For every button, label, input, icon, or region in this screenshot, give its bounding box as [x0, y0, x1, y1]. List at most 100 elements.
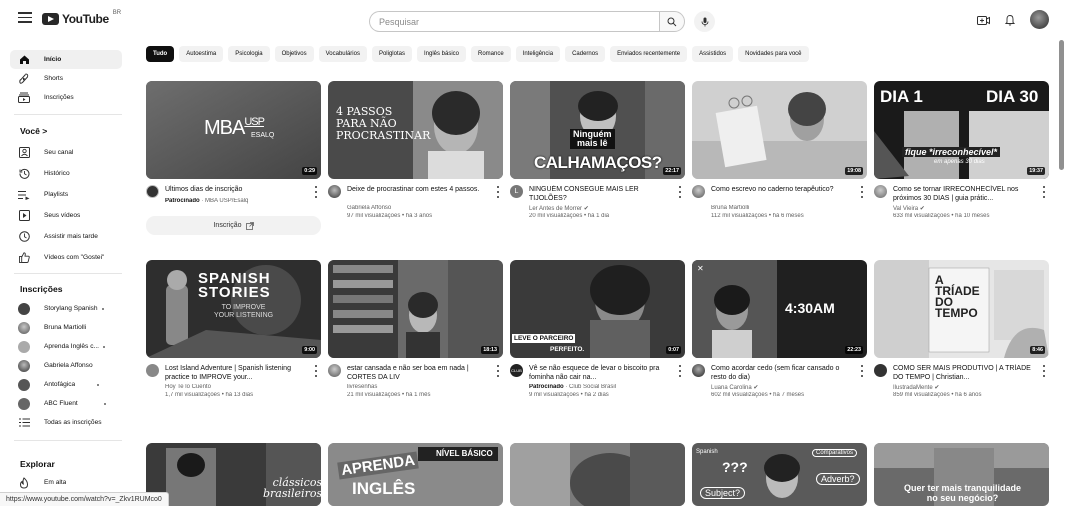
sidebar-item-all-subscriptions[interactable]: Todas as inscrições [10, 413, 122, 432]
video-channel[interactable]: Patrocinado · Club Social Brasil [529, 384, 674, 390]
channel-avatar[interactable] [328, 185, 341, 198]
video-thumbnail[interactable]: MBAUSP ESALQ 0:29 [146, 81, 321, 179]
channel-avatar[interactable] [874, 364, 887, 377]
video-thumbnail[interactable]: 18:13 [328, 260, 503, 358]
chip-assistidos[interactable]: Assistidos [692, 46, 734, 62]
page-scrollbar[interactable] [1059, 40, 1064, 170]
menu-icon[interactable] [18, 12, 32, 23]
channel-name[interactable]: Ler Antes de Morrer ✔ [529, 205, 674, 212]
video-thumbnail[interactable]: ✕ 4:30AM 22:23 [692, 260, 867, 358]
chip-inteligencia[interactable]: Inteligência [515, 46, 561, 62]
sidebar-item-your-videos[interactable]: Seus vídeos [10, 206, 122, 225]
sidebar-sub-storylang[interactable]: Storylang Spanish [10, 299, 122, 318]
video-title[interactable]: Como se tornar IRRECONHECÍVEL nos próxim… [893, 185, 1033, 203]
you-section-header[interactable]: Você > [20, 126, 47, 136]
video-channel[interactable]: Patrocinado · MBA USP/Esalq [165, 198, 310, 204]
subscriptions-section-header[interactable]: Inscrições [20, 284, 63, 294]
chip-vocabularios[interactable]: Vocabulários [318, 46, 367, 62]
more-actions-icon[interactable] [495, 186, 501, 198]
channel-avatar[interactable]: L [510, 185, 523, 198]
sidebar-item-playlists[interactable]: Playlists [10, 185, 122, 204]
account-avatar[interactable] [1030, 10, 1049, 29]
video-thumbnail[interactable]: LEVE O PARCEIRO PERFEITO. 0:07 [510, 260, 685, 358]
video-thumbnail[interactable]: Ninguém mais lê CALHAMAÇOS? 22:17 [510, 81, 685, 179]
chip-romance[interactable]: Romance [471, 46, 511, 62]
sidebar-item-trending[interactable]: Em alta [10, 473, 122, 492]
video-title[interactable]: estar cansada e não ser boa em nada | CO… [347, 364, 487, 382]
chip-autoestima[interactable]: Autoestima [179, 46, 224, 62]
chip-ingles-basico[interactable]: Inglês básico [416, 46, 467, 62]
channel-name[interactable]: Luana Carolina ✔ [711, 384, 856, 391]
chip-novidades-para-voce[interactable]: Novidades para você [738, 46, 809, 62]
video-title[interactable]: Deixe de procrastinar com estes 4 passos… [347, 185, 487, 194]
more-actions-icon[interactable] [313, 365, 319, 377]
video-title[interactable]: Vê se não esquece de levar o biscoito pr… [529, 364, 669, 382]
sidebar-item-your-channel[interactable]: Seu canal [10, 143, 122, 162]
channel-avatar[interactable] [146, 185, 159, 198]
channel-avatar[interactable]: CLUB [510, 364, 523, 377]
channel-name[interactable]: livresenhas [347, 384, 492, 390]
channel-name[interactable]: Gabriela Affonso [347, 205, 492, 211]
sidebar-sub-gabriela[interactable]: Gabriela Affonso [10, 356, 122, 375]
sidebar-item-subscriptions[interactable]: Inscrições [10, 88, 122, 107]
create-button[interactable] [976, 13, 990, 27]
sidebar-divider [14, 440, 122, 441]
more-actions-icon[interactable] [313, 186, 319, 198]
youtube-logo[interactable]: YouTube BR [42, 10, 121, 26]
sidebar-item-watch-later[interactable]: Assistir mais tarde [10, 227, 122, 246]
chip-poliglotas[interactable]: Poliglotas [371, 46, 412, 62]
more-actions-icon[interactable] [677, 186, 683, 198]
sidebar-sub-antofagica[interactable]: Antofágica [10, 375, 122, 394]
ad-signup-button[interactable]: Inscrição [146, 216, 321, 235]
video-title[interactable]: Lost Island Adventure | Spanish listenin… [165, 364, 305, 382]
chip-enviados-recentemente[interactable]: Enviados recentemente [610, 46, 688, 62]
video-title[interactable]: Como acordar cedo (sem ficar cansado o r… [711, 364, 851, 382]
sidebar-item-history[interactable]: Histórico [10, 164, 122, 183]
sidebar-sub-bruna[interactable]: Bruna Martiolli [10, 318, 122, 337]
external-link-icon [245, 221, 254, 230]
chip-cadernos[interactable]: Cadernos [565, 46, 606, 62]
notifications-button[interactable] [1003, 13, 1017, 27]
video-thumbnail[interactable]: A TRÍADE DO TEMPO 8:46 [874, 260, 1049, 358]
video-title[interactable]: NINGUÉM CONSEGUE MAIS LER TIJOLÕES? [529, 185, 669, 203]
video-thumbnail[interactable]: Quer ter mais tranquilidade no seu negóci… [874, 443, 1049, 506]
video-thumbnail[interactable]: DIA 1 DIA 30 fique *irreconhecível* em a… [874, 81, 1049, 179]
channel-avatar[interactable] [328, 364, 341, 377]
channel-avatar[interactable] [874, 185, 887, 198]
channel-name[interactable]: Val Vieira ✔ [893, 205, 1038, 212]
channel-avatar[interactable] [146, 364, 159, 377]
channel-name[interactable]: Bruna Martiolli [711, 205, 856, 211]
video-title[interactable]: Como escrevo no caderno terapêutico? [711, 185, 851, 194]
channel-avatar[interactable] [692, 185, 705, 198]
channel-avatar[interactable] [692, 364, 705, 377]
more-actions-icon[interactable] [1041, 365, 1047, 377]
sidebar-sub-abc-fluent[interactable]: ABC Fluent [10, 394, 122, 413]
channel-name[interactable]: IlustradaMente ✔ [893, 384, 1038, 391]
search-button[interactable] [659, 11, 685, 32]
video-thumbnail[interactable]: clássicos brasileiros [146, 443, 321, 506]
more-actions-icon[interactable] [677, 365, 683, 377]
more-actions-icon[interactable] [495, 365, 501, 377]
voice-search-button[interactable] [694, 11, 715, 32]
more-actions-icon[interactable] [1041, 186, 1047, 198]
video-thumbnail[interactable]: Spanish ??? Subject? Comparativos Adverb… [692, 443, 867, 506]
video-thumbnail[interactable] [510, 443, 685, 506]
chip-objetivos[interactable]: Objetivos [274, 46, 314, 62]
video-thumbnail[interactable]: 19:08 [692, 81, 867, 179]
video-thumbnail[interactable]: APRENDA INGLÊS NÍVEL BÁSICO [328, 443, 503, 506]
channel-name[interactable]: Hoy Te lo Cuento [165, 384, 310, 390]
video-title[interactable]: COMO SER MAIS PRODUTIVO | A TRÍADE DO TE… [893, 364, 1033, 382]
video-title[interactable]: Últimos dias de inscrição [165, 185, 305, 194]
channel-icon [17, 146, 31, 160]
video-thumbnail[interactable]: SPANISH STORIES TO IMPROVE YOUR LISTENING … [146, 260, 321, 358]
chip-tudo[interactable]: Tudo [146, 46, 175, 62]
more-actions-icon[interactable] [859, 365, 865, 377]
sidebar-item-home[interactable]: Início [10, 50, 122, 69]
more-actions-icon[interactable] [859, 186, 865, 198]
sidebar-item-liked-videos[interactable]: Vídeos com "Gostei" [10, 248, 122, 267]
sidebar-item-shorts[interactable]: Shorts [10, 69, 122, 88]
sidebar-sub-aprenda[interactable]: Aprenda Inglês c... [10, 337, 122, 356]
search-input[interactable] [369, 11, 659, 32]
chip-psicologia[interactable]: Psicologia [228, 46, 270, 62]
video-thumbnail[interactable]: 4 PASSOS PARA NÃO PROCRASTINAR [328, 81, 503, 179]
